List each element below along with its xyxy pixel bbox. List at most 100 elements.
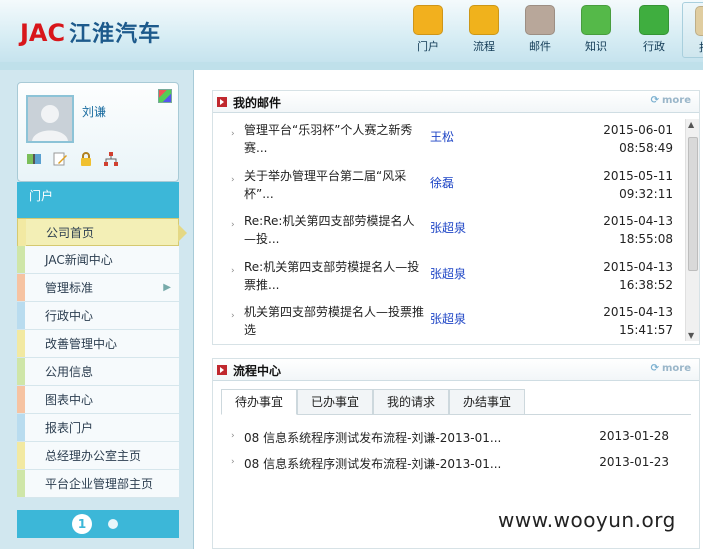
flow-title[interactable]: 08 信息系统程序测试发布流程-刘谦-2013-01... <box>244 455 501 472</box>
pager-next-dot[interactable] <box>108 519 118 529</box>
user-name[interactable]: 刘谦 <box>82 103 106 120</box>
mail-row[interactable]: › 机关第四支部劳模提名人—投票推选 张超泉 2015-04-13 15:41:57 <box>213 296 683 342</box>
flow-more-link[interactable]: ⟳ more <box>651 363 691 374</box>
top-header: JAC江淮汽车 门户 流程 邮件 知识 行政 报表 <box>0 0 703 62</box>
flow-tabs: 待办事宜 已办事宜 我的请求 办结事宜 <box>221 389 691 415</box>
mail-subject[interactable]: 关于举办管理平台第二届“风采杯”... <box>244 167 426 203</box>
mail-sender[interactable]: 王松 <box>430 128 454 145</box>
menu-header[interactable]: 门户 <box>17 182 179 208</box>
mail-panel-header: 我的邮件 ⟳ more <box>213 91 699 113</box>
menu-item[interactable]: 总经理办公室主页 <box>17 442 179 470</box>
nav-home[interactable]: 门户 <box>400 2 456 58</box>
flow-panel-title: 流程中心 <box>233 364 282 378</box>
menu-item[interactable]: 改善管理中心 <box>17 330 179 358</box>
menu-item[interactable]: 行政中心 <box>17 302 179 330</box>
mail-date: 2015-04-13 <box>603 214 673 228</box>
mail-sender[interactable]: 张超泉 <box>430 265 466 282</box>
flow-tab[interactable]: 办结事宜 <box>449 389 525 415</box>
mail-row[interactable]: › 关于举办管理平台第二届“风采杯”... 徐磊 2015-05-11 09:32:11 <box>213 160 683 206</box>
avatar[interactable] <box>26 95 74 143</box>
submenu-arrow-icon: ▶ <box>163 282 171 293</box>
mail-datetime: 2015-05-11 09:32:11 <box>603 167 673 203</box>
mail-list: › 管理平台“乐羽杯”个人赛之新秀赛... 王松 2015-06-01 08:58:49… <box>213 114 683 344</box>
home-icon <box>413 5 443 35</box>
menu-item[interactable]: 公用信息 <box>17 358 179 386</box>
mail-sender[interactable]: 张超泉 <box>430 219 466 236</box>
menu-item[interactable]: 公司首页 <box>17 218 187 246</box>
mail-subject[interactable]: 机关第四支部劳模提名人—投票推选 <box>244 303 426 339</box>
envelope-icon <box>525 5 555 35</box>
mail-subject[interactable]: Re:Re:机关第四支部劳模提名人—投... <box>244 212 426 248</box>
mail-datetime: 2015-04-13 18:55:08 <box>603 212 673 248</box>
pager-current-page[interactable]: 1 <box>72 514 92 534</box>
nav-envelope[interactable]: 邮件 <box>512 2 568 58</box>
jac-logo[interactable]: JAC 江淮汽车 <box>20 16 161 48</box>
mail-time: 08:58:49 <box>619 141 673 155</box>
mail-subject[interactable]: 管理平台“乐羽杯”个人赛之新秀赛... <box>244 121 426 157</box>
flow-panel-header: 流程中心 ⟳ more <box>213 359 699 381</box>
profile-tools <box>26 151 125 167</box>
header-strip <box>0 62 703 70</box>
flow-row[interactable]: › 08 信息系统程序测试发布流程-刘谦-2013-01... 2013-01-28 <box>213 429 699 455</box>
nav-report[interactable]: 报表 <box>682 2 703 58</box>
book-icon[interactable] <box>26 151 42 167</box>
menu-color-bar <box>17 274 25 301</box>
menu-item-label: 图表中心 <box>45 393 94 407</box>
mail-more-link[interactable]: ⟳ more <box>651 95 691 106</box>
mail-sender[interactable]: 张超泉 <box>430 310 466 327</box>
bullet-arrow-icon: › <box>231 220 235 230</box>
mail-panel-title: 我的邮件 <box>233 96 282 110</box>
menu-item[interactable]: 平台企业管理部主页 <box>17 470 179 498</box>
flow-tab[interactable]: 待办事宜 <box>221 389 297 415</box>
infinity-icon <box>639 5 669 35</box>
mail-date: 2015-06-01 <box>603 123 673 137</box>
mail-more-label: more <box>661 95 691 106</box>
menu-color-bar <box>17 302 25 329</box>
mail-time: 15:41:57 <box>619 323 673 337</box>
mail-subject[interactable]: Re:机关第四支部劳模提名人—投票推... <box>244 258 426 294</box>
menu-item-label: 改善管理中心 <box>45 337 118 351</box>
mail-row[interactable]: › 管理平台“乐羽杯”个人赛之新秀赛... 王松 2015-06-01 08:58:49 <box>213 114 683 160</box>
flow-more-label: more <box>661 363 691 374</box>
nav-label: 流程 <box>473 40 495 53</box>
flow-title[interactable]: 08 信息系统程序测试发布流程-刘谦-2013-01... <box>244 429 501 446</box>
menu-color-bar <box>17 386 25 413</box>
bullet-arrow-icon: › <box>231 311 235 321</box>
scroll-thumb[interactable] <box>688 137 698 271</box>
bullet-arrow-icon: › <box>231 129 235 139</box>
nav-server[interactable]: 知识 <box>568 2 624 58</box>
nav-label: 报表 <box>683 39 703 55</box>
mail-row[interactable]: › Re:Re:机关第四支部劳模提名人—投... 张超泉 2015-04-13 18:5… <box>213 205 683 251</box>
menu-item[interactable]: JAC新闻中心 <box>17 246 179 274</box>
nav-bar-chart[interactable]: 流程 <box>456 2 512 58</box>
note-edit-icon[interactable] <box>52 151 68 167</box>
mail-datetime: 2015-04-13 16:38:52 <box>603 258 673 294</box>
menu-item[interactable]: 报表门户 <box>17 414 179 442</box>
bar-chart-icon <box>469 5 499 35</box>
nav-infinity[interactable]: 行政 <box>626 2 682 58</box>
flow-tab[interactable]: 已办事宜 <box>297 389 373 415</box>
menu-item-label: 平台企业管理部主页 <box>45 477 154 491</box>
theme-switch-icon[interactable] <box>158 89 172 103</box>
menu-item-label: 公司首页 <box>46 226 95 240</box>
mail-date: 2015-04-13 <box>603 259 673 274</box>
logo-chinese: 江淮汽车 <box>69 22 162 47</box>
flow-tab[interactable]: 我的请求 <box>373 389 449 415</box>
org-chart-icon[interactable] <box>103 151 119 167</box>
mail-row[interactable]: › Re:机关第四支部劳模提名人—投票推... 张超泉 2015-04-13 16:38… <box>213 251 683 297</box>
mail-datetime: 2015-04-13 15:41:57 <box>603 303 673 339</box>
flow-row[interactable]: › 08 信息系统程序测试发布流程-刘谦-2013-01... 2013-01-23 <box>213 455 699 481</box>
report-icon <box>695 6 703 36</box>
lock-icon[interactable] <box>78 151 94 167</box>
flow-date: 2013-01-28 <box>599 429 669 443</box>
mail-sender[interactable]: 徐磊 <box>430 174 454 191</box>
menu-item[interactable]: 图表中心 <box>17 386 179 414</box>
menu-item[interactable]: 管理标准 ▶ <box>17 274 179 302</box>
scroll-up-icon[interactable]: ▲ <box>688 120 694 129</box>
bullet-arrow-icon: › <box>231 457 235 467</box>
nav-label: 知识 <box>585 40 607 53</box>
mail-scrollbar[interactable]: ▲ ▼ <box>685 119 699 341</box>
nav-label: 邮件 <box>529 40 551 53</box>
menu-color-bar <box>17 470 25 497</box>
scroll-down-icon[interactable]: ▼ <box>688 331 694 340</box>
